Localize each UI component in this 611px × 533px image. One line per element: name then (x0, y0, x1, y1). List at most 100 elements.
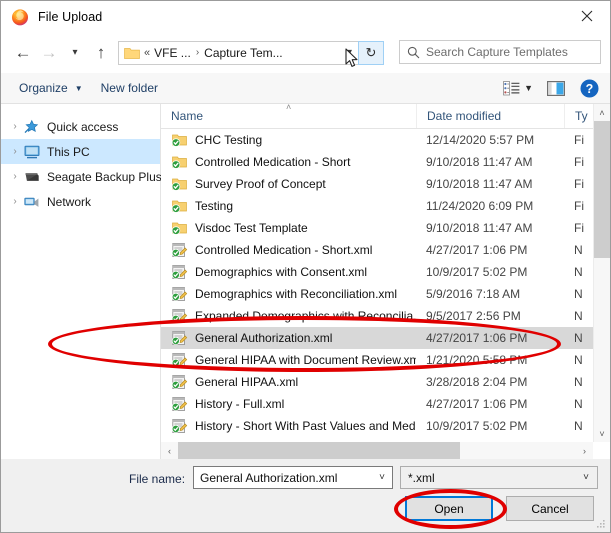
new-folder-button[interactable]: New folder (92, 73, 167, 103)
table-row[interactable]: Demographics with Reconciliation.xml 5/9… (161, 283, 610, 305)
xml-file-synced-icon (171, 352, 188, 367)
command-bar: Organize ▼ New folder ▼ ? (1, 73, 610, 104)
file-type-cell: N (574, 287, 583, 301)
search-placeholder: Search Capture Templates (426, 45, 568, 59)
organize-button[interactable]: Organize ▼ (10, 73, 92, 103)
breadcrumb-segment-0[interactable]: VFE ... (154, 46, 191, 60)
file-name-cell: CHC Testing (161, 132, 416, 148)
table-row-selected[interactable]: General Authorization.xml 4/27/2017 1:06… (161, 327, 610, 349)
scroll-right-button[interactable]: › (576, 442, 593, 459)
address-bar[interactable]: « VFE ... › Capture Tem... ▾ ↻ (118, 40, 384, 65)
file-name-cell: Testing (161, 198, 416, 214)
file-name: Demographics with Reconciliation.xml (195, 287, 398, 301)
xml-file-synced-icon (171, 396, 188, 411)
file-name: Visdoc Test Template (195, 221, 308, 235)
file-date-cell: 10/9/2017 5:02 PM (426, 419, 528, 433)
sidebar-item-seagate-backup-plus[interactable]: › Seagate Backup Plus (1, 164, 161, 189)
chevron-down-icon[interactable]: ˅ (379, 472, 385, 483)
vertical-scrollbar[interactable]: ˄ ˅ (593, 104, 610, 442)
view-options-caret-icon[interactable]: ▼ (524, 83, 533, 93)
xml-file-synced-icon (171, 418, 188, 433)
file-name: General HIPAA.xml (195, 375, 299, 389)
file-name-input[interactable]: General Authorization.xml ˅ (193, 466, 393, 489)
file-name-cell: Demographics with Reconciliation.xml (161, 286, 416, 302)
chevron-right-icon[interactable]: › (7, 171, 23, 182)
file-date-cell: 10/9/2017 5:02 PM (426, 265, 528, 279)
drive-icon (25, 172, 39, 181)
file-name: History - Short With Past Values and Med… (195, 419, 416, 433)
table-row[interactable]: History - Short With Past Values and Med… (161, 415, 610, 437)
breadcrumb-separator: › (195, 47, 200, 58)
address-overflow-chevrons[interactable]: « (144, 47, 150, 59)
column-headers: ˄ Name Date modified Ty (161, 104, 610, 129)
file-type-cell: N (574, 375, 583, 389)
horizontal-scrollbar[interactable]: ‹ › (161, 442, 593, 459)
file-name-cell: General HIPAA.xml (161, 374, 416, 390)
table-row[interactable]: History - Short With Past Values.xml 10/… (161, 437, 610, 441)
sidebar-item-quick-access[interactable]: › Quick access (1, 114, 160, 139)
file-name: Survey Proof of Concept (195, 177, 326, 191)
view-options-icon[interactable] (503, 80, 520, 96)
table-row[interactable]: General HIPAA with Document Review.xml 1… (161, 349, 610, 371)
file-type-cell: N (574, 309, 583, 323)
table-row[interactable]: General HIPAA.xml 3/28/2018 2:04 PM N (161, 371, 610, 393)
file-type-select[interactable]: *.xml ˅ (400, 466, 598, 489)
chevron-down-icon: ▼ (74, 83, 83, 93)
back-button[interactable]: ← (10, 39, 36, 67)
monitor-icon (24, 145, 40, 158)
file-type-cell: Fi (574, 221, 584, 235)
folder-synced-icon (171, 156, 187, 169)
close-icon (581, 10, 593, 22)
table-row[interactable]: Expanded Demographics with Reconcilia...… (161, 305, 610, 327)
vertical-scroll-thumb[interactable] (594, 121, 610, 258)
table-row[interactable]: Visdoc Test Template 9/10/2018 11:47 AM … (161, 217, 610, 239)
file-date-cell: 4/27/2017 1:06 PM (426, 243, 528, 257)
vertical-scroll-track[interactable] (594, 121, 610, 425)
cancel-button[interactable]: Cancel (506, 496, 594, 521)
breadcrumb-segment-1[interactable]: Capture Tem... (204, 46, 282, 60)
table-row[interactable]: CHC Testing 12/14/2020 5:57 PM Fi (161, 129, 610, 151)
sidebar-label: Network (47, 194, 92, 209)
file-type-cell: N (574, 265, 583, 279)
table-row[interactable]: History - Full.xml 4/27/2017 1:06 PM N (161, 393, 610, 415)
file-type-cell: N (574, 397, 583, 411)
horizontal-scroll-track[interactable] (178, 442, 576, 459)
chevron-right-icon[interactable]: › (7, 121, 23, 132)
scroll-up-button[interactable]: ˄ (594, 104, 610, 121)
sidebar-item-network[interactable]: › Network (1, 189, 160, 214)
file-date-cell: 4/27/2017 1:06 PM (426, 397, 528, 411)
chevron-down-icon[interactable]: ˅ (583, 472, 589, 483)
refresh-button[interactable]: ↻ (358, 40, 384, 65)
table-row[interactable]: Demographics with Consent.xml 10/9/2017 … (161, 261, 610, 283)
horizontal-scroll-thumb[interactable] (178, 442, 460, 459)
column-header-date-modified[interactable]: Date modified (416, 104, 564, 128)
chevron-right-icon[interactable]: › (7, 196, 23, 207)
open-button[interactable]: Open (405, 496, 493, 521)
table-row[interactable]: Controlled Medication - Short.xml 4/27/2… (161, 239, 610, 261)
forward-button[interactable]: → (36, 39, 62, 67)
folder-synced-icon (171, 178, 187, 191)
close-button[interactable] (564, 1, 610, 31)
xml-file-synced-icon (172, 440, 185, 441)
address-dropdown-button[interactable]: ▾ (347, 47, 352, 58)
scroll-left-button[interactable]: ‹ (161, 442, 178, 459)
sidebar-item-this-pc[interactable]: › This PC (1, 139, 160, 164)
table-row[interactable]: Survey Proof of Concept 9/10/2018 11:47 … (161, 173, 610, 195)
table-row[interactable]: Controlled Medication - Short 9/10/2018 … (161, 151, 610, 173)
table-row[interactable]: Testing 11/24/2020 6:09 PM Fi (161, 195, 610, 217)
file-type-cell: Fi (574, 177, 584, 191)
recent-locations-button[interactable]: ▾ (62, 39, 88, 67)
scroll-down-button[interactable]: ˅ (594, 425, 610, 442)
preview-pane-icon[interactable] (547, 80, 565, 96)
chevron-right-icon[interactable]: › (7, 146, 23, 157)
file-name-cell: Controlled Medication - Short (161, 154, 416, 170)
scrollbar-corner (593, 442, 610, 459)
search-box[interactable]: Search Capture Templates (399, 40, 601, 64)
file-name-cell: Controlled Medication - Short.xml (161, 242, 416, 258)
up-button[interactable]: ↑ (88, 39, 114, 67)
resize-grip-icon[interactable] (595, 518, 607, 530)
file-rows: CHC Testing 12/14/2020 5:57 PM Fi Contro… (161, 129, 610, 441)
xml-file-synced-icon (171, 242, 188, 257)
help-icon[interactable]: ? (580, 79, 599, 98)
column-header-type[interactable]: Ty (564, 104, 590, 128)
